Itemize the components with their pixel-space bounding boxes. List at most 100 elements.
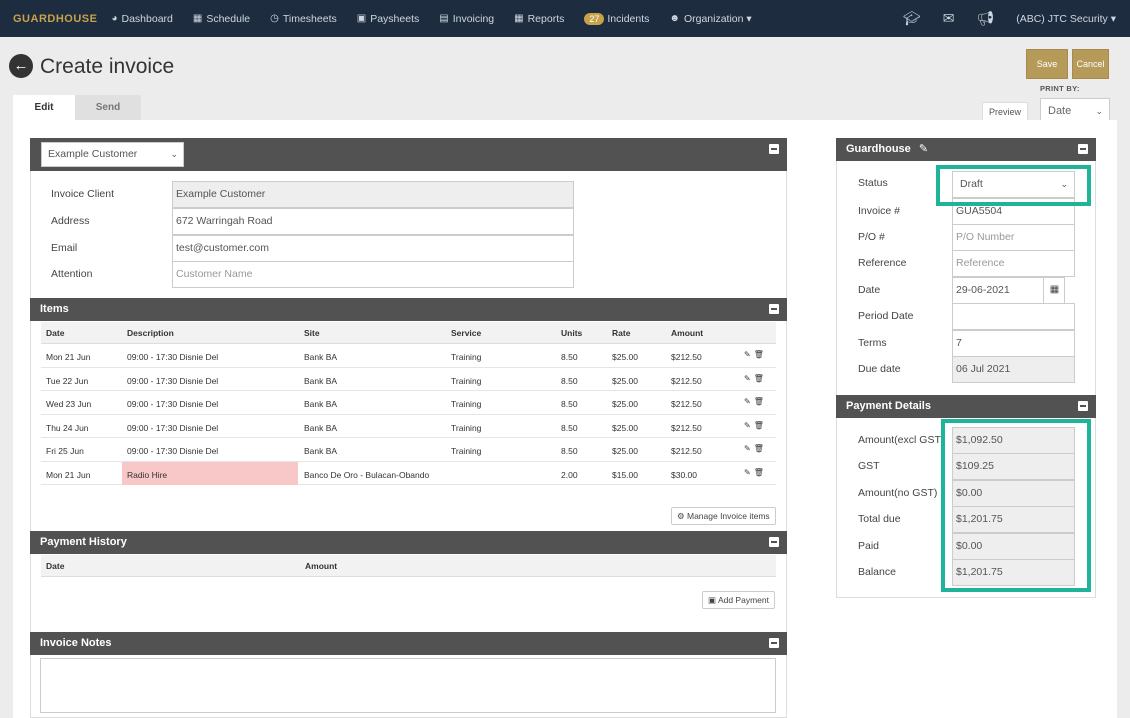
cell-units: 8.50 <box>561 422 578 433</box>
megaphone-icon[interactable]: 📢︎ <box>976 10 994 27</box>
save-button[interactable]: Save <box>1026 49 1068 79</box>
collapse-icon[interactable] <box>1078 401 1088 411</box>
nav-item-timesheets[interactable]: ◷ Timesheets <box>270 13 337 25</box>
tab-send[interactable]: Send <box>75 95 141 120</box>
cell-description: 09:00 - 17:30 Disnie Del <box>127 399 219 409</box>
chevron-down-icon: ⌄ <box>170 149 178 159</box>
pencil-icon[interactable]: ✎ <box>744 350 751 359</box>
detail-field-input[interactable] <box>952 303 1075 330</box>
invoice-notes-panel-header: Invoice Notes <box>30 632 787 655</box>
col-site: Site <box>304 328 320 338</box>
table-row[interactable]: Mon 21 Jun 09:00 - 17:30 Disnie Del Bank B… <box>41 344 776 368</box>
brand-logo[interactable]: GUARDHOUSE <box>13 13 97 25</box>
table-row[interactable]: Mon 21 Jun Radio Hire Banco De Oro - Bulac… <box>41 461 776 485</box>
table-row[interactable]: Tue 22 Jun 09:00 - 17:30 Disnie Del Bank B… <box>41 368 776 391</box>
pencil-icon[interactable]: ✎ <box>744 397 751 406</box>
trash-icon[interactable]: 🗑︎ <box>754 374 764 383</box>
pencil-icon[interactable]: ✎ <box>744 421 751 430</box>
invoice-notes-title: Invoice Notes <box>40 637 112 649</box>
payment-field-label: Total due <box>858 513 901 525</box>
row-actions: ✎ 🗑︎ <box>744 421 764 430</box>
status-highlight-frame <box>936 165 1091 206</box>
customer-field-input[interactable]: test@customer.com <box>172 235 574 262</box>
calendar-icon[interactable]: ▦ <box>1043 277 1065 303</box>
pencil-icon[interactable]: ✎ <box>744 374 751 383</box>
nav-item-reports[interactable]: ▦ Reports <box>514 13 564 25</box>
nav-item-organization[interactable]: ☻ Organization ▾ <box>669 13 751 25</box>
customer-field-input[interactable]: Customer Name <box>172 261 574 288</box>
graduation-cap-icon[interactable]: 🎓︎ <box>903 10 921 27</box>
cell-units: 8.50 <box>561 352 578 362</box>
detail-field-label: Due date <box>858 363 901 375</box>
customer-select-value: Example Customer <box>48 148 138 160</box>
cell-site: Banco De Oro - Bulacan-Obando <box>304 469 430 480</box>
cell-amount: $212.50 <box>671 422 702 433</box>
col-date: Date <box>46 328 65 338</box>
collapse-icon[interactable] <box>1078 144 1088 154</box>
payment-field-label: Amount(excl GST) <box>858 434 945 446</box>
back-arrow-icon[interactable]: ← <box>9 54 33 78</box>
cell-units: 2.00 <box>561 469 578 480</box>
collapse-icon[interactable] <box>769 638 779 648</box>
edit-icon[interactable]: ✎ <box>919 143 928 155</box>
trash-icon[interactable]: 🗑︎ <box>754 350 764 359</box>
cell-amount: $212.50 <box>671 352 702 362</box>
trash-icon[interactable]: 🗑︎ <box>754 397 764 406</box>
tab-edit[interactable]: Edit <box>13 95 75 120</box>
cell-units: 8.50 <box>561 446 578 456</box>
money-icon: ▣ <box>356 13 367 24</box>
customer-field-input[interactable]: Example Customer <box>172 181 574 208</box>
customer-field-label: Attention <box>51 268 93 280</box>
cell-service: Training <box>451 399 482 409</box>
cell-site: Bank BA <box>304 352 338 362</box>
table-row[interactable]: Thu 24 Jun 09:00 - 17:30 Disnie Del Bank B… <box>41 415 776 438</box>
cogs-icon: ⚙ <box>677 511 687 521</box>
detail-field-input[interactable]: Reference <box>952 250 1075 277</box>
nav-item-paysheets[interactable]: ▣ Paysheets <box>357 13 419 25</box>
detail-field-label: Reference <box>858 257 907 269</box>
detail-field-input[interactable]: 7 <box>952 330 1075 357</box>
collapse-icon[interactable] <box>769 537 779 547</box>
trash-icon[interactable]: 🗑︎ <box>754 468 764 477</box>
detail-field-input[interactable]: 06 Jul 2021 <box>952 356 1075 383</box>
nav-item-schedule[interactable]: ▦ Schedule <box>193 13 250 25</box>
add-payment-button[interactable]: ▣ Add Payment <box>702 591 775 609</box>
incidents-count-badge: 27 <box>584 12 605 25</box>
cell-service: Training <box>451 446 482 456</box>
cell-date: Thu 24 Jun <box>46 422 89 433</box>
account-menu[interactable]: (ABC) JTC Security ▾ <box>1016 13 1116 25</box>
dashboard-icon: ◕ <box>111 13 118 24</box>
items-panel-header: Items <box>30 298 787 321</box>
pencil-icon[interactable]: ✎ <box>744 444 751 453</box>
envelope-icon[interactable]: ✉ <box>943 10 955 27</box>
manage-invoice-items-button[interactable]: ⚙ Manage Invoice items <box>671 507 776 525</box>
trash-icon[interactable]: 🗑︎ <box>754 444 764 453</box>
add-payment-label: Add Payment <box>717 595 769 605</box>
cell-service: Training <box>451 375 482 386</box>
detail-field-label: Terms <box>858 337 887 349</box>
guardhouse-panel-header: Guardhouse ✎ <box>836 138 1096 161</box>
customer-field-label: Invoice Client <box>51 188 115 200</box>
collapse-icon[interactable] <box>769 144 779 154</box>
table-row[interactable]: Wed 23 Jun 09:00 - 17:30 Disnie Del Bank B… <box>41 391 776 415</box>
detail-field-input[interactable]: P/O Number <box>952 224 1075 251</box>
col-service: Service <box>451 328 482 338</box>
pencil-icon[interactable]: ✎ <box>744 468 751 477</box>
detail-field-label: P/O # <box>858 231 885 243</box>
nav-item-incidents[interactable]: 27 Incidents <box>584 12 649 25</box>
cell-site: Bank BA <box>304 446 338 456</box>
customer-field-input[interactable]: 672 Warringah Road <box>172 208 574 235</box>
cell-service: Training <box>451 352 482 362</box>
col-date: Date <box>46 561 65 571</box>
nav-item-dashboard[interactable]: ◕ Dashboard <box>111 13 172 25</box>
collapse-icon[interactable] <box>769 304 779 314</box>
cell-date: Mon 21 Jun <box>46 352 91 362</box>
invoice-notes-textarea[interactable] <box>40 658 776 713</box>
trash-icon[interactable]: 🗑︎ <box>754 421 764 430</box>
row-actions: ✎ 🗑︎ <box>744 350 764 359</box>
preview-button[interactable]: Preview <box>982 102 1028 122</box>
cancel-button[interactable]: Cancel <box>1072 49 1109 79</box>
customer-select[interactable]: Example Customer ⌄ <box>41 142 184 167</box>
nav-item-invoicing[interactable]: ▤ Invoicing <box>439 13 494 25</box>
table-row[interactable]: Fri 25 Jun 09:00 - 17:30 Disnie Del Bank B… <box>41 438 776 462</box>
